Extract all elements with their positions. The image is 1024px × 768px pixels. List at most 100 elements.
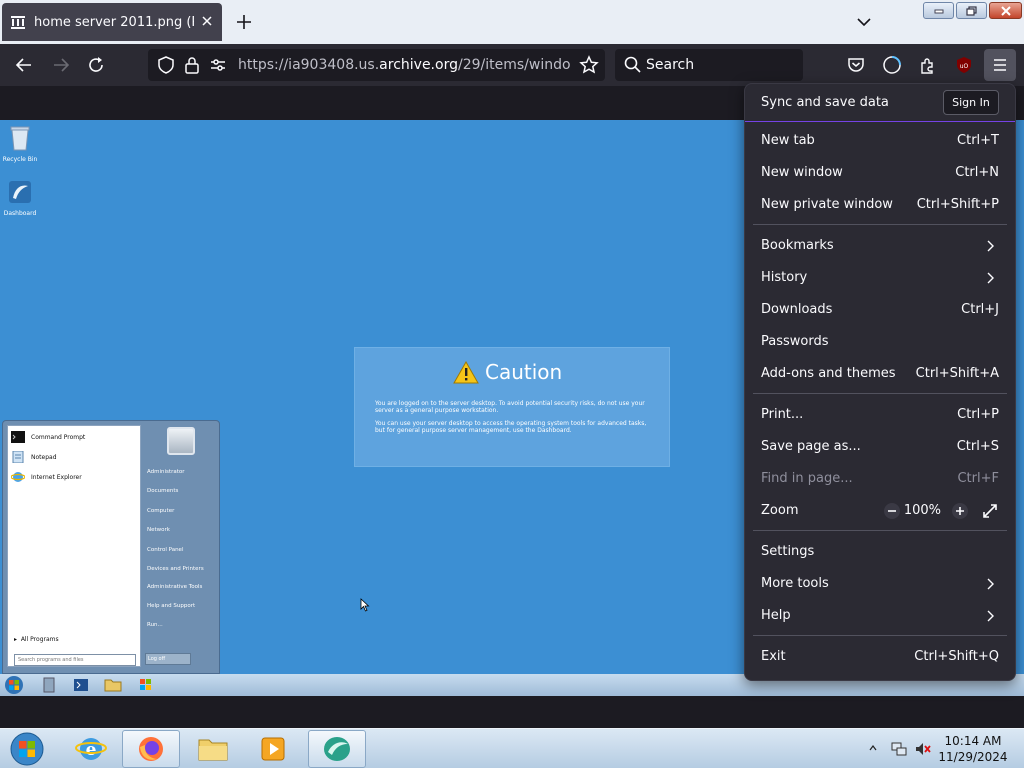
place-documents[interactable]: Documents xyxy=(147,488,178,494)
start-menu: Command Prompt Notepad Internet Explorer… xyxy=(2,420,220,674)
menu-zoom-row: Zoom 100% xyxy=(745,495,1015,527)
new-tab-icon[interactable] xyxy=(234,12,254,32)
url-text[interactable]: https://ia903408.us.archive.org/29/items… xyxy=(238,57,570,73)
place-administrative-tools[interactable]: Administrative Tools xyxy=(147,584,202,590)
clock[interactable]: 10:14 AM 11/29/2024 xyxy=(938,733,1008,765)
menu-more-tools[interactable]: More tools xyxy=(745,568,1015,600)
windows-taskbar: e 10:14 AM 11/29/2024 xyxy=(0,728,1024,768)
powershell-icon[interactable] xyxy=(68,676,94,694)
caution-paragraph-2: You can use your server desktop to acces… xyxy=(375,420,647,434)
search-bar[interactable]: Search xyxy=(615,49,803,81)
menu-history[interactable]: History xyxy=(745,262,1015,294)
search-icon xyxy=(624,56,641,73)
shield-icon[interactable] xyxy=(156,55,176,75)
program-label: Command Prompt xyxy=(31,433,86,441)
menu-bookmarks[interactable]: Bookmarks xyxy=(745,230,1015,262)
taskbar-media-player[interactable] xyxy=(244,730,302,768)
back-icon[interactable] xyxy=(14,55,34,75)
reload-icon[interactable] xyxy=(86,55,106,75)
clock-time: 10:14 AM xyxy=(944,734,1002,748)
taskbar-internet-explorer[interactable]: e xyxy=(62,730,120,768)
app-menu-button[interactable] xyxy=(984,49,1016,81)
command-prompt-icon xyxy=(11,431,25,443)
menu-label: History xyxy=(761,270,808,285)
menu-new-private-window[interactable]: New private window Ctrl+Shift+P xyxy=(745,189,1015,221)
mouse-cursor-icon xyxy=(360,598,370,612)
permissions-icon[interactable] xyxy=(208,55,228,75)
internet-explorer-icon xyxy=(11,472,25,482)
ublock-icon[interactable]: uO xyxy=(954,55,974,75)
tab-active[interactable]: home server 2011.png (PNG Im xyxy=(2,3,222,41)
zoom-out-icon[interactable] xyxy=(883,502,901,520)
menu-label: Find in page... xyxy=(761,471,853,486)
server-manager-icon[interactable] xyxy=(36,676,62,694)
menu-print[interactable]: Print... Ctrl+P xyxy=(745,399,1015,431)
place-administrator[interactable]: Administrator xyxy=(147,469,185,475)
pocket-icon[interactable] xyxy=(846,55,866,75)
menu-label: Passwords xyxy=(761,334,829,349)
taskbar-explorer[interactable] xyxy=(184,730,242,768)
volume-muted-icon[interactable] xyxy=(914,740,932,758)
media-player-icon xyxy=(261,737,285,761)
place-computer[interactable]: Computer xyxy=(147,508,174,514)
show-hidden-icons-icon[interactable] xyxy=(868,743,878,753)
url-bar[interactable]: https://ia903408.us.archive.org/29/items… xyxy=(148,49,605,81)
menu-downloads[interactable]: Downloads Ctrl+J xyxy=(745,294,1015,326)
menu-help[interactable]: Help xyxy=(745,600,1015,632)
zoom-in-icon[interactable] xyxy=(951,502,969,520)
menu-separator xyxy=(753,530,1007,531)
windows-start-orb-icon[interactable] xyxy=(6,730,48,768)
lock-icon[interactable] xyxy=(182,55,202,75)
menu-label: Downloads xyxy=(761,302,833,317)
windows-flag-icon[interactable] xyxy=(132,676,158,694)
place-devices-printers[interactable]: Devices and Printers xyxy=(147,566,204,572)
menu-new-window[interactable]: New window Ctrl+N xyxy=(745,157,1015,189)
recycle-bin-icon xyxy=(10,126,30,151)
recycle-bin-desktop-icon[interactable]: Recycle Bin xyxy=(0,124,40,163)
explorer-folder-icon[interactable] xyxy=(100,676,126,694)
forward-icon[interactable] xyxy=(51,55,71,75)
chevron-right-icon xyxy=(987,578,994,590)
menu-shortcut: Ctrl+N xyxy=(955,165,999,180)
minimize-button[interactable] xyxy=(923,2,954,19)
restore-button[interactable] xyxy=(956,2,987,19)
extensions-icon[interactable] xyxy=(918,55,938,75)
taskbar-firefox[interactable] xyxy=(122,730,180,768)
menu-addons-themes[interactable]: Add-ons and themes Ctrl+Shift+A xyxy=(745,358,1015,390)
menu-exit[interactable]: Exit Ctrl+Shift+Q xyxy=(745,641,1015,673)
menu-settings[interactable]: Settings xyxy=(745,536,1015,568)
all-programs-link[interactable]: ▸ All Programs xyxy=(14,636,59,643)
place-run[interactable]: Run... xyxy=(147,622,163,628)
chevron-down-icon[interactable] xyxy=(856,14,872,30)
zoom-level[interactable]: 100% xyxy=(904,503,941,518)
program-internet-explorer[interactable]: Internet Explorer xyxy=(11,468,82,486)
place-help-support[interactable]: Help and Support xyxy=(147,603,195,609)
menu-find-in-page[interactable]: Find in page... Ctrl+F xyxy=(745,463,1015,495)
url-domain: archive.org xyxy=(379,57,458,73)
recycle-bin-label: Recycle Bin xyxy=(2,156,38,163)
account-icon[interactable] xyxy=(882,55,902,75)
taskbar-remote-app[interactable] xyxy=(308,730,366,768)
sign-in-button[interactable]: Sign In xyxy=(943,90,999,115)
program-label: Notepad xyxy=(31,453,57,461)
fullscreen-icon[interactable] xyxy=(981,502,999,520)
program-notepad[interactable]: Notepad xyxy=(11,448,57,466)
place-network[interactable]: Network xyxy=(147,527,170,533)
place-control-panel[interactable]: Control Panel xyxy=(147,547,183,553)
close-tab-icon[interactable] xyxy=(200,14,214,28)
start-menu-places: Administrator Documents Computer Network… xyxy=(143,425,217,667)
menu-shortcut: Ctrl+Shift+Q xyxy=(914,649,999,664)
menu-passwords[interactable]: Passwords xyxy=(745,326,1015,358)
chevron-right-icon xyxy=(987,240,994,252)
menu-new-tab[interactable]: New tab Ctrl+T xyxy=(745,125,1015,157)
menu-save-page[interactable]: Save page as... Ctrl+S xyxy=(745,431,1015,463)
server-start-orb-icon[interactable] xyxy=(2,675,26,695)
menu-shortcut: Ctrl+Shift+P xyxy=(916,197,999,212)
close-window-button[interactable] xyxy=(989,2,1022,19)
dashboard-desktop-icon[interactable]: Dashboard xyxy=(0,178,40,217)
program-command-prompt[interactable]: Command Prompt xyxy=(11,428,85,446)
start-search-field[interactable]: Search programs and files xyxy=(14,654,136,666)
log-off-button[interactable]: Log off xyxy=(145,653,191,665)
network-icon[interactable] xyxy=(890,740,908,758)
bookmark-star-icon[interactable] xyxy=(579,55,599,75)
